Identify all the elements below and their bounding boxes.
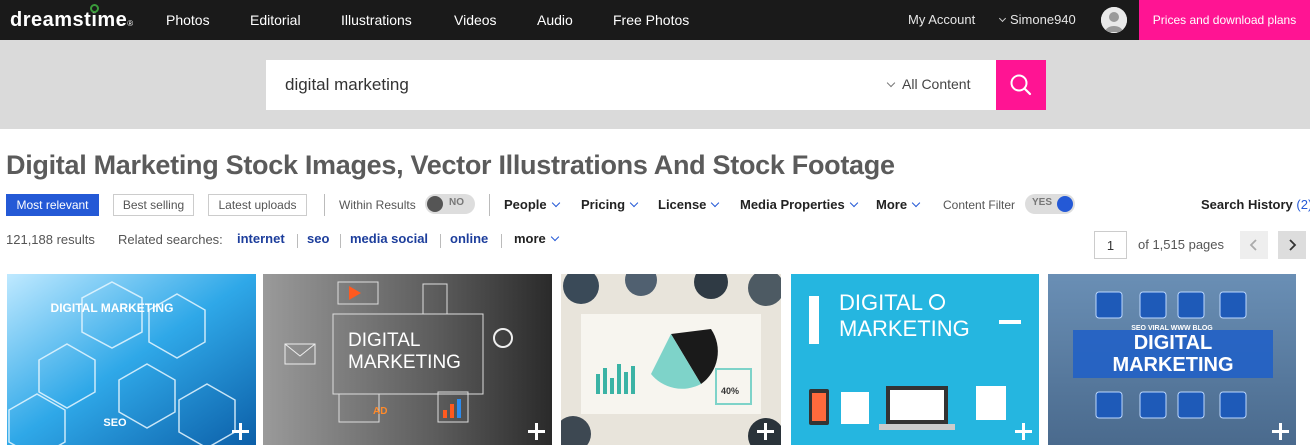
thumbnail-overlay-text: DIGITAL MARKETING — [51, 301, 174, 315]
content-filter-state: YES — [1032, 197, 1053, 208]
chevron-down-icon — [886, 78, 896, 88]
nav-link-videos[interactable]: Videos — [454, 12, 497, 28]
more-related-label: more — [514, 231, 546, 246]
search-box: All Content — [266, 60, 996, 110]
logo-swirl-icon — [90, 4, 99, 13]
thumbnail-overlay-text: DIGITAL MARKETING — [839, 290, 970, 341]
related-search-media-social[interactable]: media social — [350, 231, 428, 246]
filter-pricing-label: Pricing — [581, 197, 626, 212]
result-thumbnail[interactable]: DIGITAL MARKETING — [791, 274, 1039, 445]
content-filter-label: Content Filter — [943, 198, 1016, 212]
more-related-button[interactable]: more — [514, 231, 560, 246]
search-history-link[interactable]: Search History (2) — [1201, 197, 1310, 212]
previous-page-button[interactable] — [1240, 231, 1268, 259]
thumbnail-image: 40% — [561, 274, 781, 445]
page-number-input[interactable] — [1094, 231, 1127, 259]
related-search-internet[interactable]: internet — [237, 231, 285, 246]
add-to-lightbox-icon[interactable] — [528, 423, 546, 441]
username-label: Simone940 — [1010, 12, 1076, 27]
filter-media-properties-dropdown[interactable]: Media Properties — [740, 197, 859, 212]
divider — [489, 194, 490, 216]
related-search-seo[interactable]: seo — [307, 231, 329, 246]
divider — [297, 234, 298, 248]
related-search-online[interactable]: online — [450, 231, 488, 246]
search-input[interactable] — [266, 60, 866, 110]
add-to-lightbox-icon[interactable] — [757, 423, 775, 441]
search-button[interactable] — [996, 60, 1046, 110]
filter-more-dropdown[interactable]: More — [876, 197, 921, 212]
page-total: of 1,515 pages — [1138, 237, 1225, 252]
search-icon — [1010, 74, 1032, 96]
filter-license-dropdown[interactable]: License — [658, 197, 720, 212]
chevron-down-icon — [849, 198, 859, 208]
content-type-select[interactable]: All Content — [886, 76, 971, 92]
content-type-label: All Content — [902, 76, 971, 92]
thumbnail-image: DIGITAL MARKETING SEO — [7, 274, 256, 445]
chevron-down-icon — [551, 198, 560, 208]
search-history-count: (2) — [1296, 197, 1310, 212]
top-navigation-bar: dreamstime® Photos Editorial Illustratio… — [0, 0, 1310, 40]
chevron-down-icon — [998, 14, 1007, 23]
filter-license-label: License — [658, 197, 707, 212]
sort-most-relevant-button[interactable]: Most relevant — [6, 194, 99, 216]
chevron-down-icon — [911, 198, 921, 208]
search-band: All Content — [0, 40, 1310, 129]
filter-more-label: More — [876, 197, 908, 212]
sort-latest-uploads-button[interactable]: Latest uploads — [208, 194, 307, 216]
dreamstime-logo[interactable]: dreamstime® — [10, 4, 134, 32]
toggle-knob — [427, 196, 443, 212]
add-to-lightbox-icon[interactable] — [232, 423, 250, 441]
search-history-label: Search History — [1201, 197, 1293, 212]
chevron-right-icon — [1289, 239, 1297, 251]
within-results-toggle[interactable]: NO — [425, 194, 475, 214]
my-account-link[interactable]: My Account — [908, 12, 975, 27]
filter-pricing-dropdown[interactable]: Pricing — [581, 197, 639, 212]
divider — [501, 234, 502, 248]
thumbnail-image: DIGITAL MARKETING AD — [263, 274, 552, 445]
thumbnail-extra-text: SEO — [103, 417, 127, 429]
divider — [324, 194, 325, 216]
content-filter-toggle[interactable]: YES — [1025, 194, 1075, 214]
nav-link-audio[interactable]: Audio — [537, 12, 573, 28]
filter-media-properties-label: Media Properties — [740, 197, 845, 212]
sort-best-selling-button[interactable]: Best selling — [113, 194, 194, 216]
toggle-knob — [1057, 196, 1073, 212]
nav-link-photos[interactable]: Photos — [166, 12, 210, 28]
user-avatar-icon[interactable] — [1101, 7, 1127, 33]
chevron-left-icon — [1249, 239, 1257, 251]
thumbnail-overlay-text: DIGITAL MARKETING — [348, 330, 461, 373]
related-searches-label: Related searches: — [118, 232, 223, 247]
thumbnail-image: DIGITAL MARKETING — [791, 274, 1039, 445]
chevron-down-icon — [711, 198, 720, 208]
chevron-down-icon — [629, 198, 639, 208]
user-menu[interactable]: Simone940 — [998, 12, 1076, 27]
next-page-button[interactable] — [1278, 231, 1306, 259]
within-results-label: Within Results — [339, 198, 416, 212]
result-thumbnail[interactable]: 40% — [561, 274, 781, 445]
prices-and-plans-button[interactable]: Prices and download plans — [1139, 0, 1310, 40]
result-thumbnail[interactable]: DIGITAL MARKETING SEO — [7, 274, 256, 445]
filter-people-dropdown[interactable]: People — [504, 197, 560, 212]
filter-people-label: People — [504, 197, 547, 212]
add-to-lightbox-icon[interactable] — [1015, 423, 1033, 441]
logo-registered-mark: ® — [127, 19, 134, 28]
thumbnail-extra-text: SEO VIRAL WWW BLOG — [1131, 325, 1213, 332]
page-title: Digital Marketing Stock Images, Vector I… — [6, 150, 895, 180]
result-thumbnail[interactable]: DIGITAL MARKETING SEO VIRAL WWW BLOG — [1048, 274, 1296, 445]
nav-link-free-photos[interactable]: Free Photos — [613, 12, 689, 28]
divider — [440, 234, 441, 248]
within-results-state: NO — [449, 197, 464, 208]
thumbnail-extra-text: 40% — [721, 386, 739, 396]
add-to-lightbox-icon[interactable] — [1272, 423, 1290, 441]
divider — [340, 234, 341, 248]
nav-link-illustrations[interactable]: Illustrations — [341, 12, 412, 28]
results-count: 121,188 results — [6, 232, 95, 247]
logo-text: dreamstime — [10, 9, 128, 31]
nav-link-editorial[interactable]: Editorial — [250, 12, 301, 28]
thumbnail-image: DIGITAL MARKETING SEO VIRAL WWW BLOG — [1048, 274, 1296, 445]
thumbnail-overlay-text: DIGITAL MARKETING — [1112, 332, 1234, 376]
chevron-down-icon — [550, 232, 560, 242]
thumbnail-extra-text: AD — [373, 406, 387, 417]
result-thumbnail[interactable]: DIGITAL MARKETING AD — [263, 274, 552, 445]
